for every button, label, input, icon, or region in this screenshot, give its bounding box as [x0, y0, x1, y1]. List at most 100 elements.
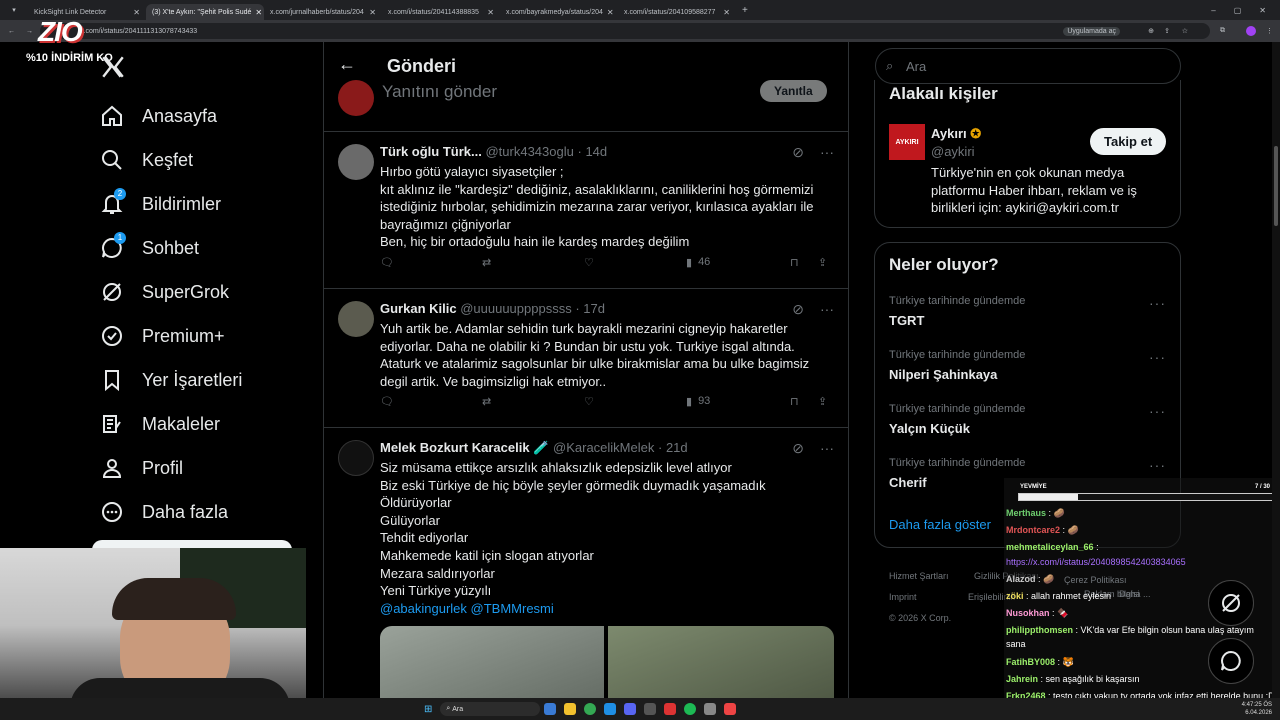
reply-post[interactable]: Gurkan Kilic @uuuuuuppppssss · 17d ⊘ ··· …: [324, 289, 848, 428]
back-arrow-icon[interactable]: ←: [338, 54, 356, 75]
bio-line: birlikleri için: aykiri@aykiri.com.tr: [931, 200, 1119, 215]
app-icon[interactable]: [724, 703, 737, 715]
sidebar-item-profile[interactable]: Profil: [100, 456, 183, 480]
close-window-icon[interactable]: ✕: [1259, 6, 1266, 15]
grok-icon[interactable]: ⊘: [792, 301, 804, 318]
trend-item[interactable]: Türkiye tarihinde gündemde TGRT: [889, 295, 1025, 328]
post-mentions[interactable]: @abakingurlek @TBMMresmi: [380, 600, 832, 618]
reply-input[interactable]: Yanıtını gönder: [382, 82, 497, 102]
reply-icon[interactable]: 🗨︎: [380, 395, 394, 408]
more-options-icon[interactable]: ···: [1149, 457, 1166, 473]
reply-button[interactable]: Yanıtla: [760, 80, 827, 102]
bookmark-icon[interactable]: ⊓: [790, 256, 799, 269]
more-options-icon[interactable]: ···: [820, 440, 834, 457]
sidebar-item-premium[interactable]: Premium+: [100, 324, 225, 348]
app-icon[interactable]: [664, 703, 677, 715]
tab-search-icon[interactable]: ▾: [0, 6, 28, 14]
grok-icon[interactable]: ⊘: [792, 144, 804, 161]
edge-icon[interactable]: [604, 703, 617, 715]
scrollbar-thumb[interactable]: [1274, 146, 1278, 226]
windows-start-icon[interactable]: ⊞: [424, 704, 432, 715]
close-icon[interactable]: ✕: [369, 8, 376, 17]
close-icon[interactable]: ✕: [487, 8, 494, 17]
menu-icon[interactable]: ⋮: [1266, 27, 1273, 35]
search-box[interactable]: ⌕ Ara: [875, 48, 1181, 84]
avatar[interactable]: [338, 301, 374, 337]
close-icon[interactable]: ✕: [133, 8, 140, 17]
reply-icon[interactable]: 🗨︎: [380, 256, 394, 269]
more-options-icon[interactable]: ···: [1149, 403, 1166, 419]
sidebar-item-home[interactable]: Anasayfa: [100, 104, 217, 128]
related-name[interactable]: Aykırı ✪: [931, 126, 981, 142]
post-author[interactable]: Melek Bozkurt Karacelik 🧪 @KaracelikMele…: [380, 440, 688, 456]
avatar[interactable]: [338, 440, 374, 476]
scrollbar[interactable]: [1272, 42, 1280, 698]
profile-avatar[interactable]: [1246, 26, 1256, 36]
spotify-icon[interactable]: [684, 703, 697, 715]
close-icon[interactable]: ✕: [607, 8, 614, 17]
follow-button[interactable]: Takip et: [1090, 128, 1167, 155]
sidebar-item-supergrok[interactable]: SuperGrok: [100, 280, 229, 304]
reply-post[interactable]: Türk oğlu Türk... @turk4343oglu · 14d ⊘ ·…: [324, 132, 848, 289]
taskbar-search[interactable]: ⌕ Ara: [440, 702, 541, 716]
zoom-icon[interactable]: ⊕: [1148, 27, 1154, 35]
like-icon[interactable]: ♡: [584, 256, 594, 269]
repost-icon[interactable]: ⇄: [482, 256, 491, 269]
close-icon[interactable]: ✕: [723, 8, 730, 17]
x-logo-icon[interactable]: [100, 54, 128, 82]
open-in-app-button[interactable]: Uygulamada aç: [1063, 26, 1120, 36]
views-button[interactable]: ▮ 93: [686, 395, 710, 408]
forward-arrow-icon[interactable]: →: [26, 28, 33, 35]
extensions-icon[interactable]: ⧉: [1220, 27, 1225, 35]
sidebar-item-explore[interactable]: Keşfet: [100, 148, 193, 172]
folder-icon[interactable]: [564, 703, 577, 715]
sidebar-item-chat[interactable]: 1 Sohbet: [100, 232, 199, 260]
url-bar[interactable]: x.com/i/status/2041111313078743433 Uygul…: [40, 23, 1210, 39]
post-author[interactable]: Türk oğlu Türk... @turk4343oglu · 14d: [380, 144, 607, 159]
close-icon[interactable]: ✕: [255, 8, 262, 17]
search-input[interactable]: Ara: [906, 59, 926, 74]
like-icon[interactable]: ♡: [584, 395, 594, 408]
system-clock[interactable]: 4:47:25 ÖS 6.04.2026: [1242, 701, 1272, 717]
discord-icon[interactable]: [624, 703, 637, 715]
browser-tab[interactable]: x.com/jurnalhaberb/status/204 ✕: [264, 4, 382, 20]
grok-float-button[interactable]: [1208, 580, 1254, 626]
browser-tab[interactable]: x.com/i/status/204109588277 ✕: [618, 4, 736, 20]
more-options-icon[interactable]: ···: [820, 144, 834, 161]
avatar[interactable]: [338, 144, 374, 180]
browser-tab[interactable]: x.com/bayrakmedya/status/204 ✕: [500, 4, 618, 20]
chat-link[interactable]: https://x.com/i/status/20408985424038340…: [1006, 555, 1276, 569]
browser-tab[interactable]: x.com/i/status/204114388835 ✕: [382, 4, 500, 20]
maximize-icon[interactable]: ▢: [1234, 6, 1242, 15]
grok-icon[interactable]: ⊘: [792, 440, 804, 457]
sidebar-item-articles[interactable]: Makaleler: [100, 412, 220, 436]
views-button[interactable]: ▮ 46: [686, 256, 710, 269]
sidebar-item-bookmarks[interactable]: Yer İşaretleri: [100, 368, 242, 392]
app-icon[interactable]: [704, 703, 717, 715]
chrome-icon[interactable]: [584, 703, 597, 715]
trend-item[interactable]: Türkiye tarihinde gündemde Nilperi Şahink…: [889, 349, 1025, 382]
show-more-link[interactable]: Daha fazla göster: [889, 517, 991, 532]
share-icon[interactable]: ⇪: [1164, 27, 1170, 35]
star-icon[interactable]: ☆: [1182, 27, 1188, 35]
share-icon[interactable]: ⇪: [818, 395, 827, 408]
minimize-icon[interactable]: –: [1211, 6, 1215, 15]
obs-icon[interactable]: [644, 703, 657, 715]
sidebar-item-more[interactable]: Daha fazla: [100, 500, 228, 524]
sidebar-item-notifications[interactable]: 2 Bildirimler: [100, 188, 221, 216]
trend-item[interactable]: Türkiye tarihinde gündemde Yalçın Küçük: [889, 403, 1025, 436]
messages-float-button[interactable]: [1208, 638, 1254, 684]
repost-icon[interactable]: ⇄: [482, 395, 491, 408]
more-options-icon[interactable]: ···: [1149, 349, 1166, 365]
browser-tab-active[interactable]: (3) X'te Aykırı: "Şehit Polis Sudé ✕: [146, 4, 264, 20]
file-explorer-icon[interactable]: [544, 703, 557, 715]
share-icon[interactable]: ⇪: [818, 256, 827, 269]
avatar[interactable]: AYKIRI: [889, 124, 925, 160]
more-options-icon[interactable]: ···: [820, 301, 834, 318]
post-author[interactable]: Gurkan Kilic @uuuuuuppppssss · 17d: [380, 301, 605, 316]
reply-post[interactable]: Melek Bozkurt Karacelik 🧪 @KaracelikMele…: [324, 428, 848, 720]
bookmark-icon[interactable]: ⊓: [790, 395, 799, 408]
back-arrow-icon[interactable]: ←: [8, 28, 15, 35]
new-tab-button[interactable]: +: [742, 5, 748, 16]
more-options-icon[interactable]: ···: [1149, 295, 1166, 311]
